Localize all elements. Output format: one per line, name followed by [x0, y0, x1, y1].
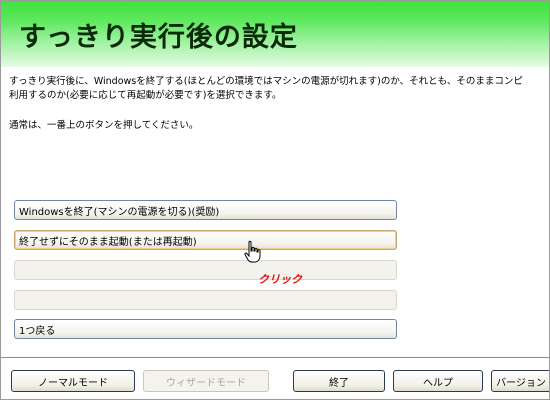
- instruction-note: 通常は、一番上のボタンを押してください。: [9, 120, 199, 131]
- version-button[interactable]: バージョン: [491, 370, 549, 392]
- description-line-2: 利用するのか(必要に応じて再起動が必要です)を選択できます。: [9, 90, 282, 101]
- description: すっきり実行後に、Windowsを終了する(ほとんどの環境ではマシンの電源が切れ…: [9, 75, 549, 103]
- description-line-1: すっきり実行後に、Windowsを終了する(ほとんどの環境ではマシンの電源が切れ…: [9, 76, 523, 87]
- normal-mode-button[interactable]: ノーマルモード: [11, 370, 135, 392]
- shutdown-windows-button[interactable]: Windowsを終了(マシンの電源を切る)(奨励): [14, 200, 397, 220]
- hand-pointer-icon: [244, 240, 261, 263]
- empty-option-button-2: [14, 290, 397, 310]
- settings-window: すっきり実行後の設定 すっきり実行後に、Windowsを終了する(ほとんどの環境…: [0, 0, 550, 400]
- click-annotation: クリック: [258, 273, 302, 286]
- help-button[interactable]: ヘルプ: [393, 370, 483, 392]
- go-back-button[interactable]: 1つ戻る: [14, 319, 397, 339]
- header-banner: すっきり実行後の設定: [1, 1, 549, 67]
- page-title: すっきり実行後の設定: [19, 22, 298, 53]
- empty-option-button-1: [14, 260, 397, 280]
- continue-without-exit-button[interactable]: 終了せずにそのまま起動(または再起動): [14, 230, 397, 250]
- wizard-mode-button: ウィザードモード: [143, 370, 269, 392]
- exit-button[interactable]: 終了: [293, 370, 385, 392]
